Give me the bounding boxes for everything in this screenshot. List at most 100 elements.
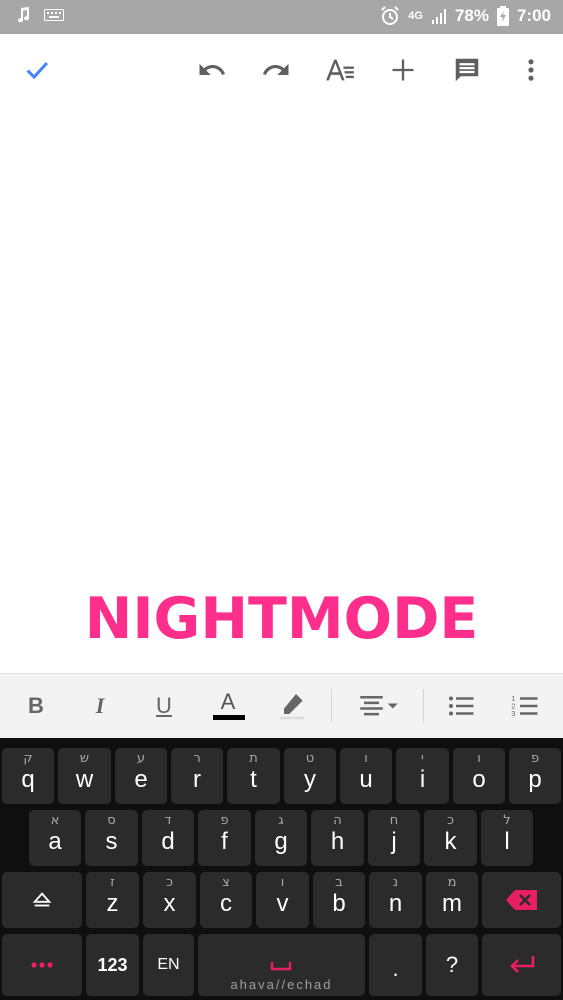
key-hint: ע xyxy=(136,751,146,766)
key-p[interactable]: פp xyxy=(509,748,561,804)
backspace-key[interactable] xyxy=(482,872,561,928)
key-hint: ז xyxy=(110,875,115,890)
key-label: c xyxy=(220,890,232,917)
soft-keyboard: קq שw עe רr תt טy וu יi וo פp אa סs דd פ… xyxy=(0,738,563,1000)
undo-button[interactable] xyxy=(194,52,230,88)
key-c[interactable]: צc xyxy=(200,872,252,928)
key-label: h xyxy=(330,828,345,855)
key-label: j xyxy=(391,828,397,855)
key-i[interactable]: יi xyxy=(396,748,449,804)
comment-icon xyxy=(455,58,479,82)
key-hint: ד xyxy=(164,813,172,828)
key-k[interactable]: כk xyxy=(424,810,477,866)
insert-button[interactable] xyxy=(385,52,421,88)
enter-icon xyxy=(482,934,561,996)
key-f[interactable]: פf xyxy=(198,810,251,866)
period-key[interactable]: . xyxy=(369,934,422,996)
key-n[interactable]: נn xyxy=(369,872,422,928)
numbers-key-label: 123 xyxy=(97,954,128,975)
key-r[interactable]: רr xyxy=(171,748,223,804)
key-label: q xyxy=(21,766,35,793)
text-color-swatch xyxy=(213,715,245,720)
text-format-icon xyxy=(326,59,354,81)
more-vert-icon xyxy=(528,59,534,81)
key-label: d xyxy=(161,828,175,855)
key-y[interactable]: טy xyxy=(284,748,336,804)
key-hint: ל xyxy=(503,813,511,828)
more-options-button[interactable] xyxy=(513,52,549,88)
done-button[interactable] xyxy=(19,52,55,88)
key-g[interactable]: גg xyxy=(255,810,307,866)
shift-key[interactable] xyxy=(2,872,82,928)
key-a[interactable]: אa xyxy=(29,810,81,866)
alarm-icon xyxy=(381,6,399,25)
key-label: a xyxy=(48,828,62,855)
key-v[interactable]: וv xyxy=(256,872,309,928)
key-hint: ו xyxy=(477,751,481,766)
key-hint: י xyxy=(421,751,424,766)
key-label: n xyxy=(388,890,403,917)
key-label: g xyxy=(274,828,288,855)
key-hint: ו xyxy=(364,751,368,766)
key-hint: צ xyxy=(222,875,230,890)
underline-button[interactable]: U xyxy=(144,686,184,726)
space-bar-icon xyxy=(270,958,292,976)
key-hint: פ xyxy=(220,813,229,828)
key-hint: פ xyxy=(530,751,540,766)
enter-key[interactable] xyxy=(482,934,561,996)
add-icon xyxy=(392,59,414,81)
comment-button[interactable] xyxy=(449,52,485,88)
key-m[interactable]: מm xyxy=(426,872,478,928)
language-key[interactable]: EN xyxy=(143,934,194,996)
key-label: y xyxy=(304,766,316,793)
key-label: k xyxy=(444,828,457,855)
svg-text:3: 3 xyxy=(511,709,515,718)
key-j[interactable]: חj xyxy=(368,810,420,866)
key-hint: נ xyxy=(392,875,399,890)
key-d[interactable]: דd xyxy=(142,810,194,866)
key-label: p xyxy=(528,766,542,793)
key-e[interactable]: עe xyxy=(115,748,167,804)
key-hint: ש xyxy=(79,751,90,766)
highlighter-icon xyxy=(280,694,304,720)
backspace-icon xyxy=(482,872,561,928)
numbers-key[interactable]: 123 xyxy=(86,934,139,996)
bold-button[interactable]: B xyxy=(16,686,56,726)
key-x[interactable]: כx xyxy=(143,872,196,928)
key-hint: ג xyxy=(278,813,284,828)
key-h[interactable]: הh xyxy=(311,810,364,866)
numbered-list-button[interactable]: 123 xyxy=(505,686,545,726)
status-bar: 4G 78% 7:00 xyxy=(0,0,563,34)
emoji-options-key[interactable] xyxy=(2,934,82,996)
key-u[interactable]: וu xyxy=(340,748,392,804)
undo-icon xyxy=(199,63,225,75)
space-key[interactable]: ahava//echad xyxy=(198,934,365,996)
key-o[interactable]: וo xyxy=(453,748,505,804)
key-s[interactable]: סs xyxy=(85,810,138,866)
key-label: i xyxy=(419,766,426,793)
key-label: r xyxy=(193,766,201,793)
key-l[interactable]: לl xyxy=(481,810,533,866)
align-center-icon xyxy=(360,696,398,716)
redo-button[interactable] xyxy=(258,52,294,88)
highlight-color-button[interactable] xyxy=(272,686,312,726)
alignment-button[interactable] xyxy=(355,686,403,726)
key-hint: מ xyxy=(447,875,457,890)
key-z[interactable]: זz xyxy=(86,872,139,928)
key-label: f xyxy=(221,828,228,855)
key-t[interactable]: תt xyxy=(227,748,280,804)
text-format-button[interactable] xyxy=(322,52,358,88)
key-q[interactable]: קq xyxy=(2,748,54,804)
text-color-button[interactable]: A xyxy=(208,686,248,726)
key-hint: ס xyxy=(107,813,116,828)
italic-button[interactable]: I xyxy=(80,686,120,726)
question-key[interactable]: ? xyxy=(426,934,478,996)
bulleted-list-button[interactable] xyxy=(441,686,481,726)
divider xyxy=(331,689,332,723)
key-w[interactable]: שw xyxy=(58,748,111,804)
key-label: t xyxy=(250,766,257,793)
check-icon xyxy=(26,61,49,80)
key-label: m xyxy=(442,890,462,917)
key-label: o xyxy=(472,766,486,793)
key-b[interactable]: בb xyxy=(313,872,365,928)
